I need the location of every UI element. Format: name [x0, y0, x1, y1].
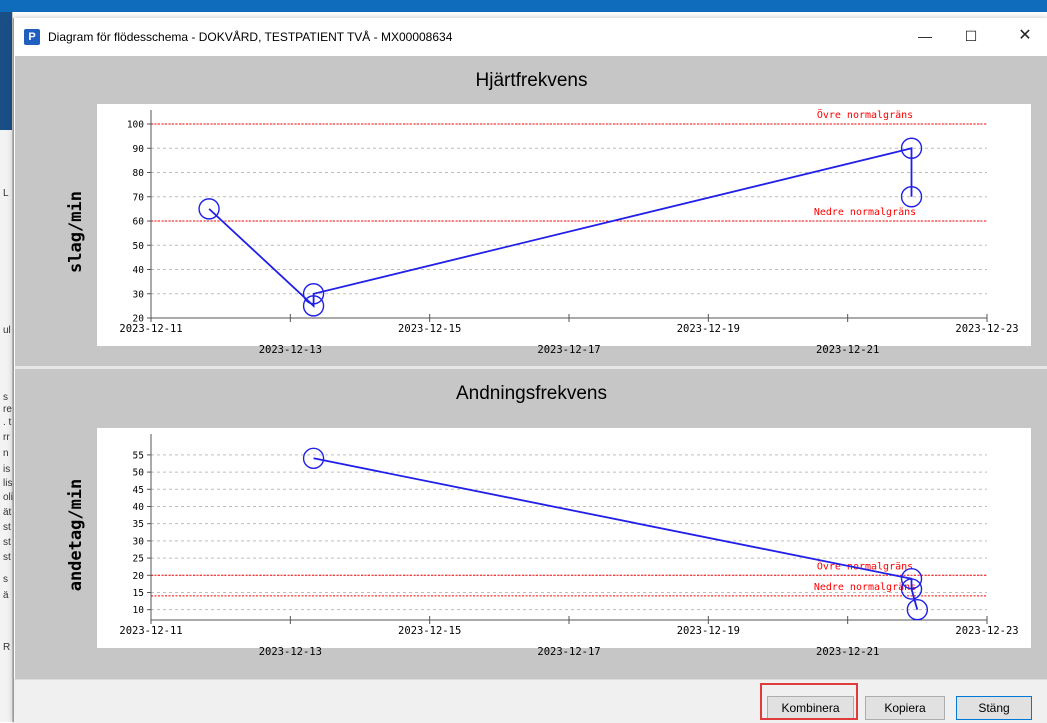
y-tick-label: 100: [127, 120, 144, 131]
y-tick-label: 10: [133, 605, 145, 616]
plot-area: [97, 428, 1031, 648]
y-axis-label: andetag/min: [66, 479, 86, 592]
y-tick-label: 20: [133, 571, 145, 582]
y-tick-label: 80: [133, 168, 145, 179]
x-tick-label: 2023-12-23: [955, 323, 1018, 335]
background-text-fragment: is: [3, 464, 11, 475]
y-tick-label: 45: [133, 485, 144, 496]
x-tick-label: 2023-12-19: [677, 323, 740, 335]
background-text-fragment: n: [3, 448, 9, 459]
normal-limit-label: Nedre normalgräns: [814, 207, 916, 218]
y-tick-label: 25: [133, 554, 144, 565]
flowchart-diagram-dialog: P Diagram för flödesschema - DOKVÅRD, TE…: [13, 18, 1047, 723]
x-tick-label: 2023-12-19: [677, 625, 740, 637]
y-tick-label: 70: [133, 192, 145, 203]
background-text-fragment: s: [3, 392, 8, 403]
respiratory-rate-chart: 10 15 20 25 30 35 40 45 50 55 2023-12-11 2023-12-13…: [66, 428, 1031, 658]
background-text-fragment: ä: [3, 590, 9, 601]
plot-area: [97, 104, 1031, 346]
window-title: Diagram för flödesschema - DOKVÅRD, TEST…: [48, 30, 453, 44]
y-tick-label: 40: [133, 502, 145, 513]
minimize-button[interactable]: —: [902, 18, 948, 54]
button-bar: Kombinera Kopiera Stäng: [14, 679, 1047, 723]
y-tick-label: 30: [133, 289, 145, 300]
background-window-edge: Lul s re. t rr n is lis oli ät st st st s ä R: [0, 12, 13, 722]
y-axis-label: slag/min: [66, 191, 86, 273]
background-text-fragment: L: [3, 188, 9, 199]
chart-panel-respiratory-rate: Andningsfrekvens 10 15 20 25 30 35 40 45 50 55 202…: [15, 369, 1047, 679]
app-icon: P: [24, 29, 40, 45]
background-text-fragment: . t: [3, 417, 12, 428]
normal-limit-label: Övre normalgräns: [817, 559, 913, 572]
x-tick-label: 2023-12-15: [398, 323, 461, 335]
background-text-fragment: st: [3, 522, 11, 533]
x-tick-label: 2023-12-23: [955, 625, 1018, 637]
y-tick-label: 55: [133, 450, 144, 461]
background-text-fragment: ul: [3, 325, 11, 336]
y-tick-label: 35: [133, 519, 144, 530]
y-tick-label: 90: [133, 144, 145, 155]
y-tick-label: 30: [133, 536, 145, 547]
x-tick-label: 2023-12-13: [259, 344, 322, 356]
background-text-fragment: st: [3, 537, 11, 548]
background-text-fragment: ät: [3, 507, 12, 518]
x-tick-label: 2023-12-21: [816, 344, 879, 356]
x-tick-label: 2023-12-11: [119, 323, 182, 335]
x-tick-label: 2023-12-17: [537, 344, 600, 356]
close-dialog-button[interactable]: Stäng: [956, 696, 1032, 720]
y-tick-label: 50: [133, 468, 145, 479]
normal-limit-label: Nedre normalgräns: [814, 582, 916, 593]
background-text-fragment: re: [3, 404, 12, 415]
copy-button[interactable]: Kopiera: [865, 696, 945, 720]
x-tick-label: 2023-12-11: [119, 625, 182, 637]
title-bar[interactable]: P Diagram för flödesschema - DOKVÅRD, TE…: [14, 18, 1047, 56]
background-text-fragment: R: [3, 642, 11, 653]
heart-rate-chart: 20304050607080901002023-12-112023-12-132…: [66, 104, 1031, 356]
y-tick-label: 60: [133, 217, 145, 228]
highlight-frame: [760, 683, 858, 720]
y-tick-label: 15: [133, 588, 144, 599]
background-text-fragment: s: [3, 574, 8, 585]
x-tick-label: 2023-12-13: [259, 646, 322, 658]
background-text-fragment: oli: [3, 492, 14, 503]
y-tick-label: 40: [133, 265, 145, 276]
maximize-button[interactable]: ☐: [948, 18, 994, 54]
background-text-fragment: lis: [3, 478, 13, 489]
x-tick-label: 2023-12-17: [537, 646, 600, 658]
background-window-blue-area: [0, 12, 12, 130]
background-text-fragment: st: [3, 552, 11, 563]
x-tick-label: 2023-12-15: [398, 625, 461, 637]
normal-limit-label: Övre normalgräns: [817, 108, 913, 121]
close-button[interactable]: ✕: [1002, 18, 1047, 54]
x-tick-label: 2023-12-21: [816, 646, 879, 658]
y-tick-label: 50: [133, 241, 145, 252]
chart-panel-heart-rate: Hjärtfrekvens 20 30 40 50 60 70 80 90 100 2023-12…: [15, 56, 1047, 366]
background-text-fragment: rr: [3, 432, 10, 443]
background-window-strip: [0, 0, 1047, 12]
